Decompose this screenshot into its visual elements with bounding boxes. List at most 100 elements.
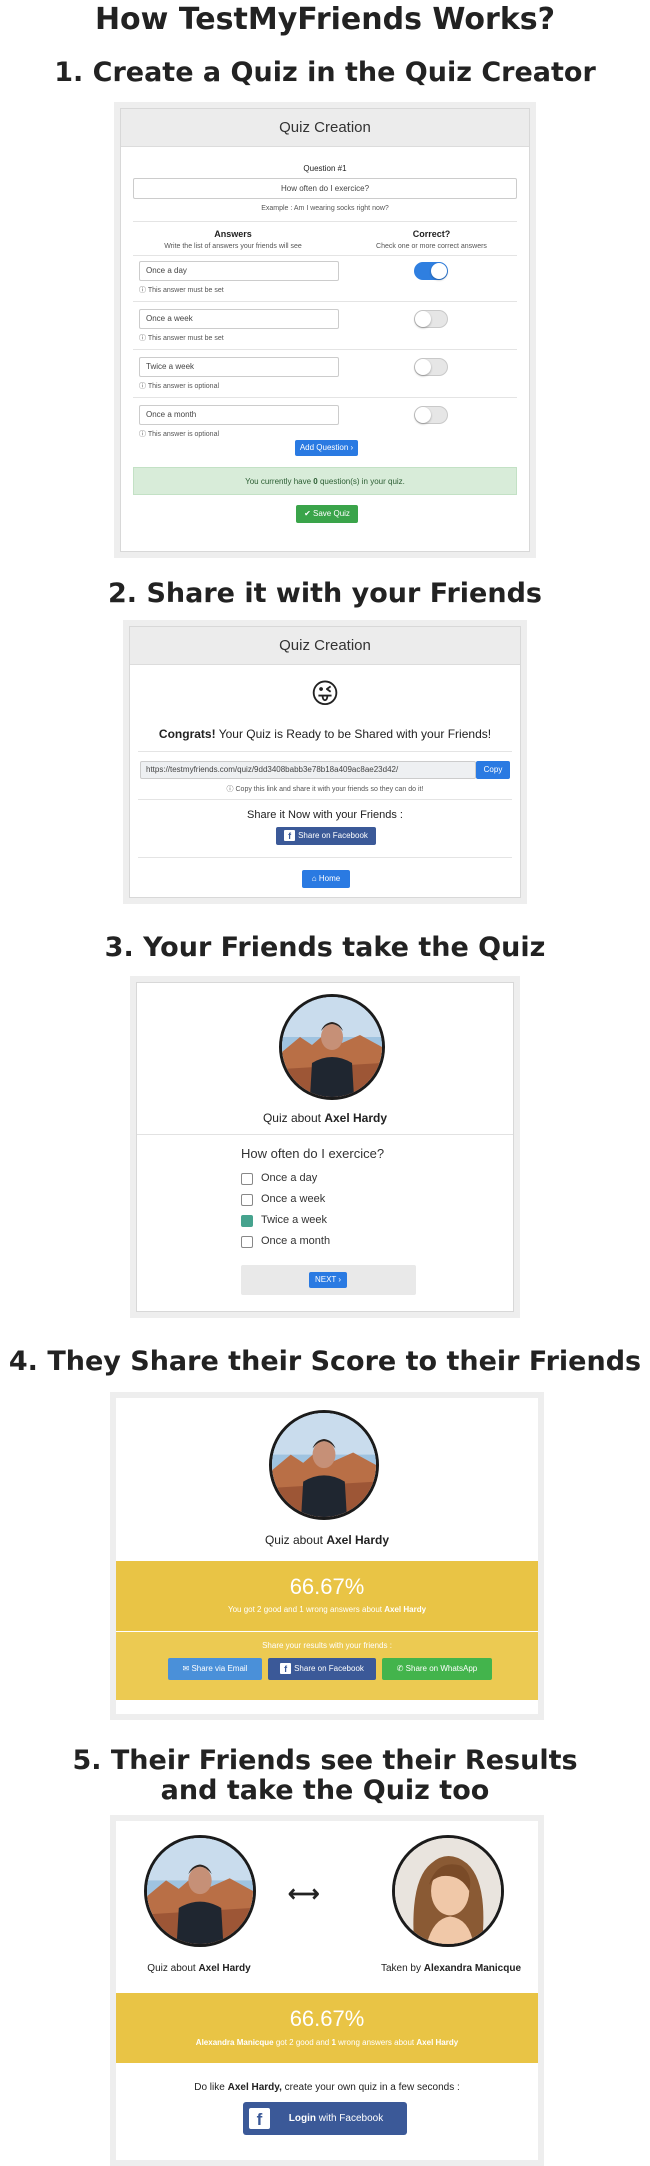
score-summary: Alexandra Manicque got 2 good and 1 wron…: [195, 2038, 459, 2047]
question-input[interactable]: How often do I exercice?: [133, 178, 517, 199]
card-header: Quiz Creation: [130, 627, 520, 665]
answer-input[interactable]: Once a month: [139, 405, 339, 425]
score-percent: 66.67%: [289, 1574, 365, 1599]
double-arrow-icon: ⟷: [288, 1881, 320, 1906]
step-3-title: 3. Your Friends take the Quiz: [104, 932, 546, 963]
option-checkbox[interactable]: [241, 1194, 253, 1206]
step-5-title-line-1: 5. Their Friends see their Results: [72, 1745, 578, 1776]
copy-button[interactable]: Copy: [476, 761, 510, 779]
taken-by-label: Taken by Alexandra Manicque: [380, 1963, 522, 1974]
login-facebook-button[interactable]: f Login with Facebook: [243, 2102, 407, 2135]
share-now-label: Share it Now with your Friends :: [247, 809, 403, 821]
wink-emoji-icon: 😜: [310, 677, 340, 710]
avatar: [269, 1410, 379, 1520]
score-percent: 66.67%: [289, 2006, 365, 2031]
quiz-owner-avatar: [144, 1835, 256, 1947]
score-summary: You got 2 good and 1 wrong answers about…: [227, 1605, 427, 1614]
answer-note: ⓘ This answer must be set: [139, 287, 224, 294]
share-email-button[interactable]: ✉ Share via Email: [168, 1658, 262, 1680]
step-1-title: 1. Create a Quiz in the Quiz Creator: [54, 57, 596, 88]
toggle-knob: [415, 359, 431, 375]
step-4-title: 4. They Share their Score to their Frien…: [8, 1346, 642, 1377]
card-header: Quiz Creation: [121, 109, 529, 147]
step-4-frame: Quiz about Axel Hardy 66.67% You got 2 g…: [110, 1392, 544, 1720]
step-1-frame: Quiz Creation Question #1 How often do I…: [114, 102, 536, 558]
facebook-icon: f: [280, 1663, 292, 1675]
option-label: Once a day: [261, 1172, 318, 1184]
question-count-alert: You currently have 0 question(s) in your…: [133, 467, 517, 495]
friend-result-card: ⟷ Quiz about Axel Hardy Taken by Alexand…: [116, 1821, 538, 2160]
option-label: Twice a week: [261, 1214, 328, 1226]
answer-note: ⓘ This answer must be set: [139, 335, 224, 342]
take-quiz-card: Quiz about Axel Hardy How often do I exe…: [136, 982, 514, 1312]
share-results-label: Share your results with your friends :: [262, 1641, 392, 1650]
quiz-option[interactable]: Once a day: [241, 1172, 401, 1188]
quiz-option[interactable]: Once a week: [241, 1193, 401, 1209]
step-3-frame: Quiz about Axel Hardy How often do I exe…: [130, 976, 520, 1318]
quiz-creation-card: Quiz Creation Question #1 How often do I…: [120, 108, 530, 552]
profile-photo: [272, 1413, 376, 1517]
profile-photo: [395, 1838, 501, 1944]
option-checkbox[interactable]: [241, 1173, 253, 1185]
correct-toggle[interactable]: [414, 406, 448, 424]
whatsapp-icon: ✆: [396, 1664, 404, 1673]
answer-note: ⓘ This answer is optional: [139, 383, 220, 390]
share-results-bar: Share your results with your friends : ✉…: [116, 1632, 538, 1700]
answer-note: ⓘ This answer is optional: [139, 431, 220, 438]
quiz-shared-card: Quiz Creation 😜 Congrats! Your Quiz is R…: [129, 626, 521, 898]
answer-input[interactable]: Twice a week: [139, 357, 339, 377]
option-label: Once a month: [261, 1235, 331, 1247]
answers-subheading: Write the list of answers your friends w…: [164, 243, 302, 250]
step-5-title-line-2: and take the Quiz too: [160, 1775, 490, 1806]
divider: [133, 397, 517, 398]
facebook-icon: f: [249, 2108, 270, 2129]
quiz-question: How often do I exercice?: [241, 1146, 385, 1161]
share-facebook-button[interactable]: f Share on Facebook: [276, 827, 376, 845]
correct-heading: Correct?: [412, 229, 451, 239]
home-button[interactable]: ⌂ Home: [302, 870, 350, 888]
correct-toggle[interactable]: [414, 262, 448, 280]
step-2-frame: Quiz Creation 😜 Congrats! Your Quiz is R…: [123, 620, 527, 904]
score-card: Quiz about Axel Hardy 66.67% You got 2 g…: [116, 1398, 538, 1714]
correct-toggle[interactable]: [414, 358, 448, 376]
quiz-about-label: Quiz about Axel Hardy: [147, 1963, 251, 1974]
profile-photo: [147, 1838, 253, 1944]
main-title: How TestMyFriends Works?: [94, 2, 556, 37]
add-question-button[interactable]: Add Question ›: [295, 440, 358, 456]
profile-photo: [282, 997, 382, 1097]
next-button[interactable]: NEXT ›: [309, 1272, 347, 1288]
call-to-action-text: Do like Axel Hardy, create your own quiz…: [194, 2082, 460, 2093]
next-bar: NEXT ›: [241, 1265, 416, 1295]
copy-hint: ⓘ Copy this link and share it with your …: [226, 786, 424, 793]
home-icon: ⌂: [311, 874, 317, 883]
score-banner: 66.67% You got 2 good and 1 wrong answer…: [116, 1561, 538, 1631]
save-quiz-button[interactable]: ✔ Save Quiz: [296, 505, 358, 523]
info-icon: ⓘ: [139, 383, 148, 390]
question-example: Example : Am I wearing socks right now?: [261, 205, 389, 212]
answer-input[interactable]: Once a week: [139, 309, 339, 329]
share-whatsapp-button[interactable]: ✆ Share on WhatsApp: [382, 1658, 492, 1680]
divider: [133, 301, 517, 302]
toggle-knob: [415, 311, 431, 327]
question-label: Question #1: [303, 164, 347, 173]
answer-input[interactable]: Once a day: [139, 261, 339, 281]
score-banner: 66.67% Alexandra Manicque got 2 good and…: [116, 1993, 538, 2063]
option-checkbox[interactable]: [241, 1236, 253, 1248]
option-checkbox[interactable]: [241, 1215, 253, 1227]
share-link-input[interactable]: https://testmyfriends.com/quiz/9dd3408ba…: [140, 761, 476, 779]
correct-toggle[interactable]: [414, 310, 448, 328]
quiz-taker-avatar: [392, 1835, 504, 1947]
quiz-option[interactable]: Once a month: [241, 1235, 401, 1251]
quiz-about-label: Quiz about Axel Hardy: [264, 1533, 390, 1547]
correct-subheading: Check one or more correct answers: [376, 243, 487, 250]
share-facebook-button[interactable]: f Share on Facebook: [268, 1658, 376, 1680]
congrats-message: Congrats! Your Quiz is Ready to be Share…: [158, 727, 492, 741]
step-5-frame: ⟷ Quiz about Axel Hardy Taken by Alexand…: [110, 1815, 544, 2166]
quiz-option[interactable]: Twice a week: [241, 1214, 401, 1230]
info-icon: ⓘ: [139, 431, 148, 438]
info-icon: ⓘ: [139, 335, 148, 342]
divider: [133, 349, 517, 350]
quiz-about-label: Quiz about Axel Hardy: [262, 1111, 388, 1125]
option-label: Once a week: [261, 1193, 326, 1205]
info-icon: ⓘ: [226, 786, 234, 793]
